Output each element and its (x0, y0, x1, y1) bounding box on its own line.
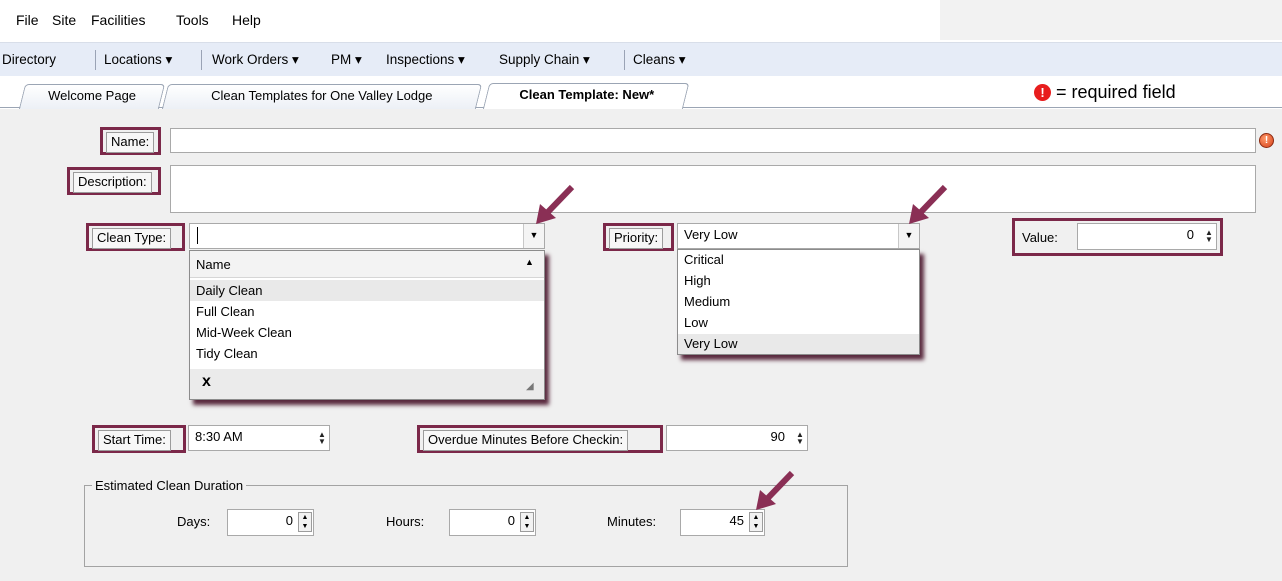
hours-value: 0 (507, 513, 515, 528)
required-field-icon: ! (1259, 133, 1274, 148)
menu-facilities[interactable]: Facilities (91, 12, 145, 28)
dropdown-header[interactable]: Name ▲ (190, 251, 544, 278)
sort-ascending-icon: ▲ (525, 257, 534, 267)
nav-cleans[interactable]: Cleans ▾ (633, 52, 686, 68)
required-field-legend: ! = required field (1034, 82, 1176, 103)
nav-separator (201, 50, 202, 70)
annotation-arrow (909, 184, 948, 224)
clean-type-dropdown: Name ▲ Daily Clean Full Clean Mid-Week C… (189, 250, 545, 400)
days-label: Days: (177, 514, 211, 529)
start-time-value: 8:30 AM (195, 429, 243, 444)
tab-label: Clean Templates for One Valley Lodge (211, 88, 433, 103)
dropdown-footer: x ◢ (190, 369, 544, 399)
priority-option[interactable]: Critical (684, 252, 724, 267)
priority-dropdown: Critical High Medium Low Very Low (677, 249, 920, 355)
annotation-arrow (756, 470, 795, 510)
start-time-label: Start Time: (98, 430, 171, 451)
days-value: 0 (285, 513, 293, 528)
nav-inspections[interactable]: Inspections ▾ (386, 52, 465, 68)
menu-bar-right-area (940, 0, 1282, 40)
name-input[interactable] (170, 128, 1256, 153)
start-time-spinner[interactable]: 8:30 AM ▲ ▼ (188, 425, 330, 451)
days-spinner[interactable]: 0 ▲ ▼ (227, 509, 314, 536)
spinner-arrows-icon[interactable]: ▲ ▼ (298, 512, 312, 532)
annotation-arrow (536, 184, 575, 224)
required-field-text: = required field (1056, 82, 1176, 102)
menu-bar: File Site Facilities Tools Help (0, 0, 1282, 40)
priority-option[interactable]: Very Low (684, 336, 737, 351)
overdue-label: Overdue Minutes Before Checkin: (423, 430, 629, 451)
tab-label: Clean Template: New* (518, 87, 654, 102)
hours-label: Hours: (386, 514, 425, 529)
spinner-arrows-icon[interactable]: ▲ ▼ (749, 512, 763, 532)
clean-type-option[interactable]: Tidy Clean (196, 346, 258, 361)
spinner-arrows-icon[interactable]: ▲ ▼ (520, 512, 534, 532)
priority-label: Priority: (609, 228, 664, 249)
text-cursor (197, 227, 198, 244)
value-label: Value: (1022, 230, 1058, 245)
hours-spinner[interactable]: 0 ▲ ▼ (449, 509, 536, 536)
overdue-minutes-spinner[interactable]: 90 ▲ ▼ (666, 425, 808, 451)
tab-clean-templates[interactable]: Clean Templates for One Valley Lodge (161, 84, 483, 109)
spinner-arrows-icon[interactable]: ▲ ▼ (1204, 229, 1214, 244)
nav-directory[interactable]: Directory (2, 52, 56, 67)
clear-icon[interactable]: x (202, 373, 211, 391)
nav-work-orders[interactable]: Work Orders ▾ (212, 52, 299, 68)
tab-welcome-page[interactable]: Welcome Page (18, 84, 166, 109)
nav-separator (624, 50, 625, 70)
spinner-arrows-icon[interactable]: ▲ ▼ (795, 431, 805, 446)
name-label-highlight: Name: (100, 127, 161, 155)
required-field-icon: ! (1034, 84, 1051, 101)
overdue-label-highlight: Overdue Minutes Before Checkin: (417, 425, 663, 453)
clean-type-option[interactable]: Mid-Week Clean (196, 325, 292, 340)
description-label-highlight: Description: (67, 167, 161, 195)
menu-help[interactable]: Help (232, 12, 261, 28)
minutes-label: Minutes: (607, 514, 657, 529)
clean-type-label: Clean Type: (92, 228, 172, 249)
tab-label: Welcome Page (48, 88, 137, 103)
priority-option[interactable]: Medium (684, 294, 730, 309)
value-spinner-value: 0 (1186, 227, 1194, 242)
tab-clean-template-new[interactable]: Clean Template: New* (482, 83, 690, 110)
clean-type-combobox[interactable]: ▼ (189, 223, 545, 249)
description-label: Description: (73, 172, 152, 193)
dropdown-header-label: Name (196, 257, 231, 272)
resize-grip-icon[interactable]: ◢ (526, 381, 534, 392)
menu-site[interactable]: Site (52, 12, 76, 28)
start-time-label-highlight: Start Time: (92, 425, 186, 453)
menu-file[interactable]: File (16, 12, 39, 28)
menu-tools[interactable]: Tools (176, 12, 209, 28)
nav-locations[interactable]: Locations ▾ (104, 52, 172, 68)
minutes-value: 45 (729, 513, 744, 528)
priority-value: Very Low (684, 227, 738, 242)
priority-option[interactable]: Low (684, 315, 708, 330)
estimated-duration-legend: Estimated Clean Duration (92, 478, 247, 493)
nav-bar: Directory Locations ▾ Work Orders ▾ PM ▾… (0, 42, 1282, 76)
tab-strip: Welcome Page Clean Templates for One Val… (0, 78, 1282, 110)
priority-option[interactable]: High (684, 273, 711, 288)
value-spinner[interactable]: 0 ▲ ▼ (1077, 223, 1217, 250)
clean-type-option[interactable]: Full Clean (196, 304, 255, 319)
name-label: Name: (106, 132, 155, 153)
overdue-minutes-value: 90 (770, 429, 785, 444)
clean-type-label-highlight: Clean Type: (86, 223, 185, 251)
priority-combobox[interactable]: Very Low ▼ (677, 223, 920, 249)
nav-separator (95, 50, 96, 70)
priority-label-highlight: Priority: (603, 223, 674, 251)
nav-pm[interactable]: PM ▾ (331, 52, 362, 68)
description-input[interactable] (170, 165, 1256, 213)
clean-type-option[interactable]: Daily Clean (196, 283, 262, 298)
spinner-arrows-icon[interactable]: ▲ ▼ (317, 431, 327, 446)
nav-supply-chain[interactable]: Supply Chain ▾ (499, 52, 590, 68)
